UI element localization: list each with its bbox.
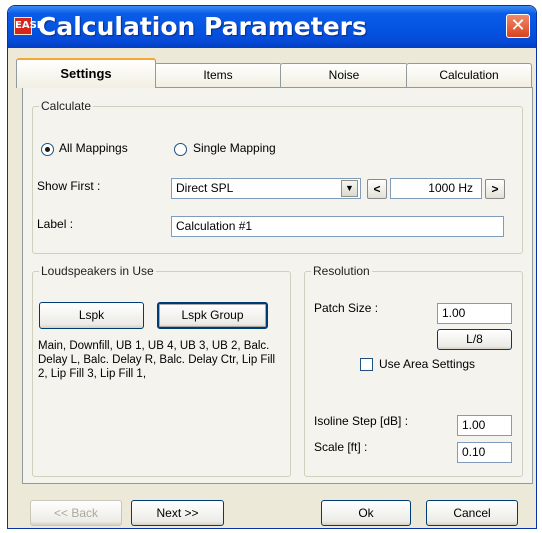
- frequency-field[interactable]: 1000 Hz: [390, 178, 482, 199]
- cancel-button[interactable]: Cancel: [426, 500, 518, 526]
- dropdown-arrow-icon[interactable]: ▼: [341, 180, 358, 197]
- loudspeakers-legend: Loudspeakers in Use: [41, 264, 154, 278]
- next-button[interactable]: Next >>: [131, 500, 224, 526]
- title-bar[interactable]: EASE Calculation Parameters ✕: [8, 6, 536, 48]
- settings-tab-panel: Calculate All Mappings Single Mapping Sh…: [22, 87, 533, 484]
- single-mapping-radio[interactable]: [174, 143, 187, 156]
- loudspeakers-list: Main, Downfill, UB 1, UB 4, UB 3, UB 2, …: [38, 340, 276, 380]
- label-label: Label :: [37, 217, 74, 231]
- all-mappings-radio[interactable]: [41, 143, 54, 156]
- tab-noise[interactable]: Noise: [280, 63, 408, 87]
- frequency-prev-button[interactable]: <: [367, 179, 387, 199]
- tab-calculation[interactable]: Calculation: [406, 63, 532, 87]
- calculate-legend: Calculate: [41, 99, 92, 113]
- window-title: Calculation Parameters: [38, 12, 367, 41]
- patch-size-label: Patch Size :: [314, 301, 379, 315]
- ok-button[interactable]: Ok: [321, 500, 411, 526]
- scale-label: Scale [ft] :: [314, 440, 368, 454]
- l8-button[interactable]: L/8: [437, 329, 512, 350]
- tab-settings[interactable]: Settings: [16, 58, 156, 88]
- back-button[interactable]: << Back: [30, 500, 122, 526]
- resolution-legend: Resolution: [313, 264, 370, 278]
- lspk-button[interactable]: Lspk: [39, 302, 144, 329]
- show-first-select[interactable]: Direct SPL: [171, 178, 361, 199]
- loudspeakers-group: Loudspeakers in Use Lspk Lspk Group Main…: [32, 264, 291, 477]
- use-area-settings-label[interactable]: Use Area Settings: [379, 357, 475, 371]
- close-icon: ✕: [510, 15, 526, 36]
- close-button[interactable]: ✕: [506, 14, 530, 38]
- scale-input[interactable]: 0.10: [457, 442, 512, 463]
- app-logo-icon: EASE: [14, 17, 44, 35]
- lspk-group-button[interactable]: Lspk Group: [157, 302, 268, 329]
- resolution-group: Resolution Patch Size : 1.00 L/8 Use Are…: [304, 264, 523, 477]
- all-mappings-label[interactable]: All Mappings: [59, 141, 128, 155]
- single-mapping-label[interactable]: Single Mapping: [193, 141, 276, 155]
- isoline-step-input[interactable]: 1.00: [457, 415, 512, 436]
- show-first-label: Show First :: [37, 179, 101, 193]
- patch-size-input[interactable]: 1.00: [437, 303, 512, 324]
- calculate-group: Calculate All Mappings Single Mapping Sh…: [32, 99, 523, 254]
- isoline-step-label: Isoline Step [dB] :: [314, 414, 409, 428]
- use-area-settings-checkbox[interactable]: [360, 358, 373, 371]
- frequency-next-button[interactable]: >: [485, 179, 505, 199]
- calculation-parameters-dialog: EASE Calculation Parameters ✕ Settings I…: [7, 5, 537, 529]
- tab-items[interactable]: Items: [154, 63, 282, 87]
- tab-strip: Settings Items Noise Calculation: [16, 58, 532, 88]
- label-input[interactable]: Calculation #1: [171, 216, 504, 237]
